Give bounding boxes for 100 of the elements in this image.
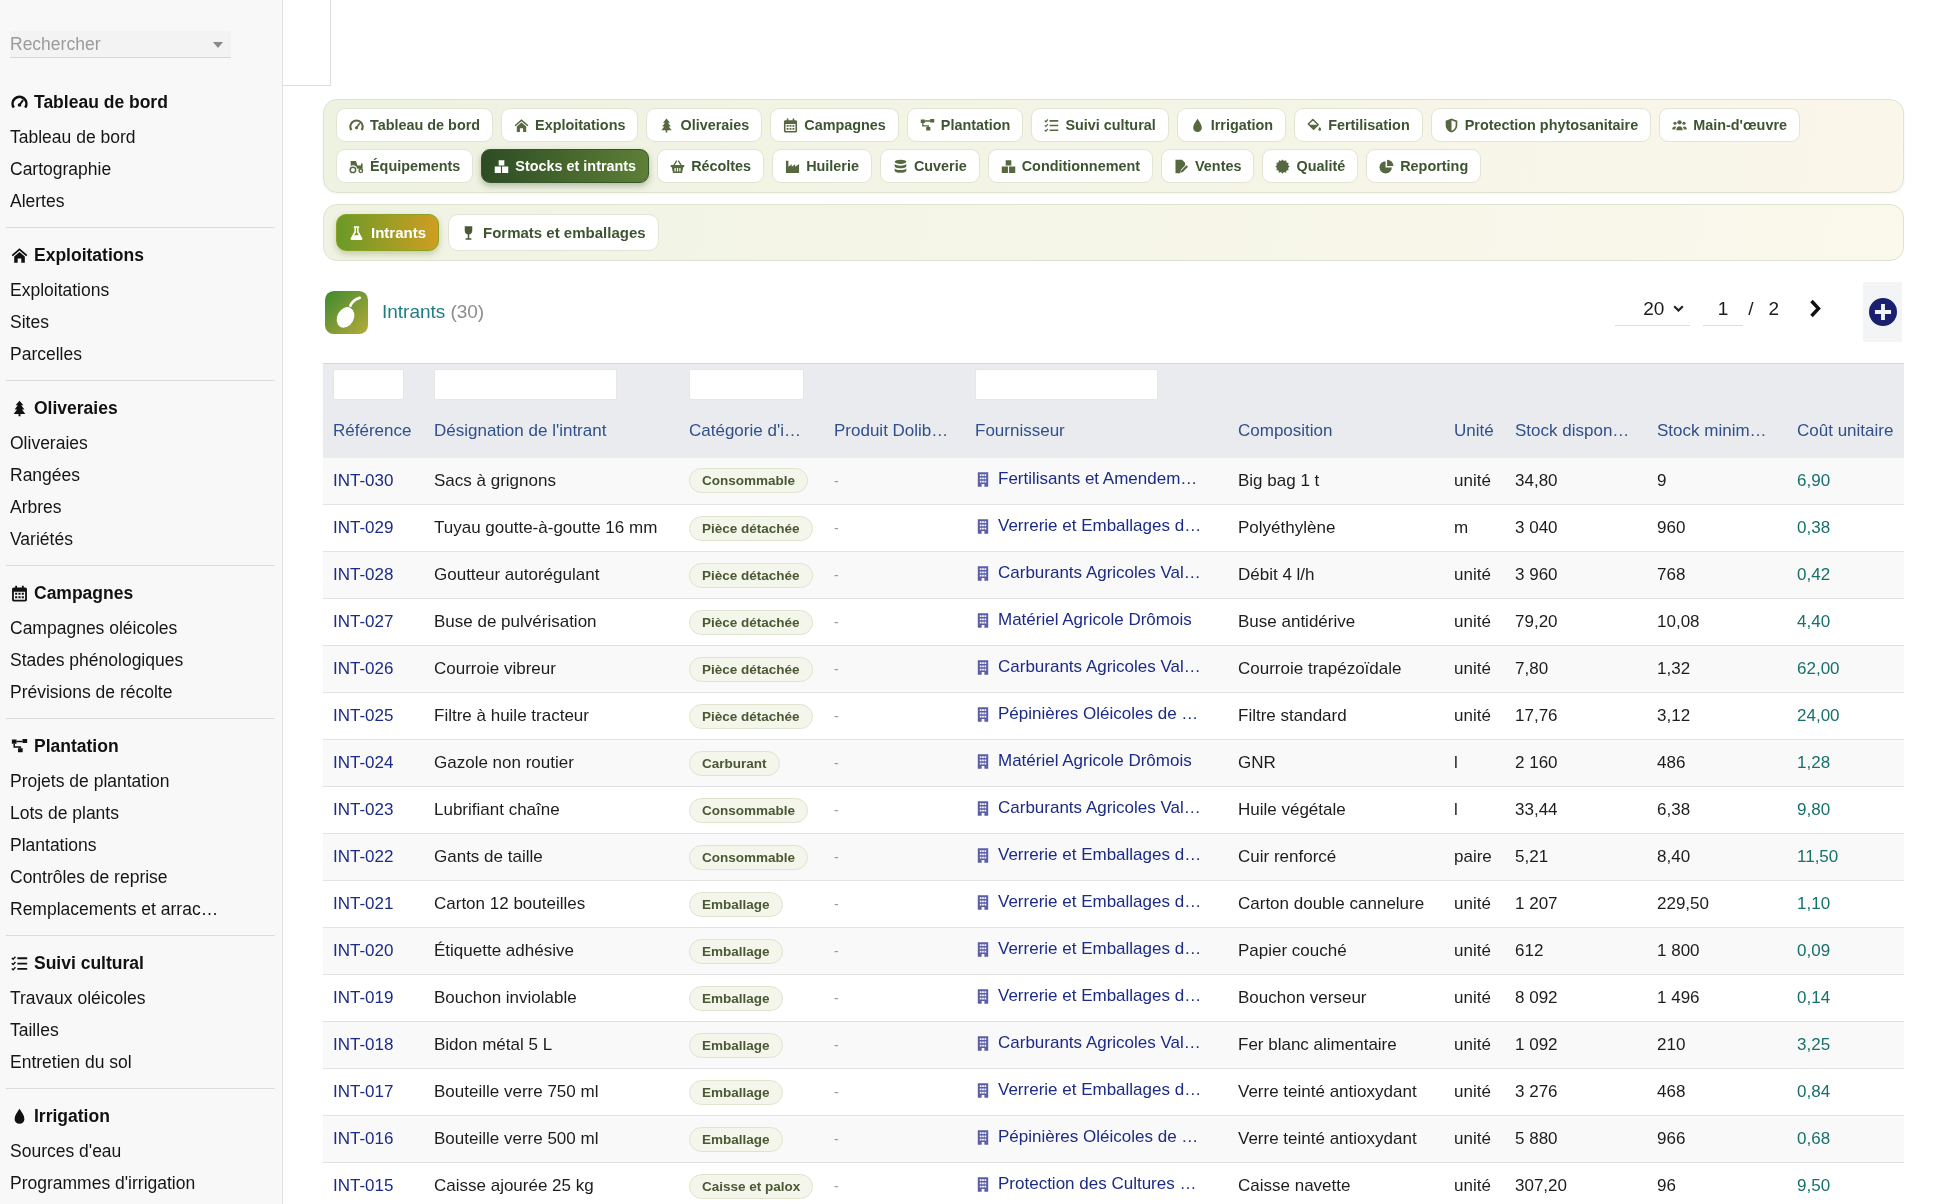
module-tab[interactable]: Campagnes: [770, 108, 899, 142]
table-row[interactable]: INT-030 Sacs à grignons Consommable - Fertilisants et Amendem… Big bag 1 t unité 34,80 9 6,90: [323, 457, 1904, 505]
filter-field[interactable]: [333, 369, 404, 400]
filter-field[interactable]: [689, 369, 804, 400]
module-tab[interactable]: Qualité: [1262, 149, 1359, 183]
supplier-link[interactable]: Verrerie et Emballages d…: [975, 845, 1202, 866]
module-tab[interactable]: Récoltes: [657, 149, 765, 183]
table-row[interactable]: INT-022 Gants de taille Consommable - Verrerie et Emballages d… Cuir renforcé paire 5,21 8,40 11,50: [323, 833, 1904, 881]
sidebar-item[interactable]: Campagnes oléicoles: [10, 617, 178, 639]
supplier-link[interactable]: Matériel Agricole Drômois: [975, 610, 1192, 631]
module-tab[interactable]: Protection phytosanitaire: [1430, 108, 1652, 142]
sub-tab[interactable]: Formats et emballages: [448, 214, 659, 251]
sidebar-item[interactable]: Sites: [10, 311, 49, 333]
next-page-button[interactable]: [1809, 298, 1822, 318]
search-field[interactable]: Rechercher: [10, 31, 231, 58]
reference-link[interactable]: INT-021: [333, 894, 394, 913]
column-header[interactable]: Stock minim…: [1657, 420, 1767, 440]
sidebar-item[interactable]: Contrôles de reprise: [10, 866, 168, 888]
reference-link[interactable]: INT-025: [333, 706, 394, 725]
filter-field[interactable]: [975, 369, 1158, 400]
module-tab[interactable]: Cuverie: [879, 149, 980, 183]
sidebar-item[interactable]: Programmes d'irrigation: [10, 1172, 196, 1194]
sidebar-item[interactable]: Entretien du sol: [10, 1051, 132, 1073]
reference-link[interactable]: INT-028: [333, 565, 394, 584]
reference-link[interactable]: INT-017: [333, 1082, 394, 1101]
supplier-link[interactable]: Fertilisants et Amendem…: [975, 469, 1198, 489]
table-row[interactable]: INT-017 Bouteille verre 750 ml Emballage - Verrerie et Emballages d… Verre teinté antioxydant unité 3 276 468 0,84: [323, 1068, 1904, 1116]
table-row[interactable]: INT-021 Carton 12 bouteilles Emballage - Verrerie et Emballages d… Carton double cannelure unité 1 207 229,50 1,10: [323, 880, 1904, 928]
supplier-link[interactable]: Verrerie et Emballages d…: [975, 939, 1202, 960]
column-header[interactable]: Référence: [333, 420, 412, 440]
module-tab[interactable]: Oliveraies: [646, 108, 763, 142]
table-row[interactable]: INT-027 Buse de pulvérisation Pièce détachée - Matériel Agricole Drômois Buse antidérive unité 79,20 10,08 4,40: [323, 598, 1904, 646]
table-row[interactable]: INT-018 Bidon métal 5 L Emballage - Carburants Agricoles Val… Fer blanc alimentaire unité 1 092 210 3,25: [323, 1021, 1904, 1069]
module-tab[interactable]: Ventes: [1161, 149, 1255, 183]
sidebar-item[interactable]: Sources d'eau: [10, 1140, 122, 1162]
column-header[interactable]: Coût unitaire: [1797, 420, 1894, 440]
table-row[interactable]: INT-016 Bouteille verre 500 ml Emballage - Pépinières Oléicoles de … Verre teinté antioxydant unité 5 880 966 0,68: [323, 1115, 1904, 1163]
module-tab[interactable]: Irrigation: [1176, 108, 1287, 142]
module-tab[interactable]: Équipements: [336, 149, 474, 183]
column-header[interactable]: Unité: [1454, 420, 1494, 440]
table-row[interactable]: INT-020 Étiquette adhésive Emballage - Verrerie et Emballages d… Papier couché unité 612 1 800 0,09: [323, 927, 1904, 975]
module-tab[interactable]: Huilerie: [772, 149, 872, 183]
sidebar-item[interactable]: Variétés: [10, 528, 73, 550]
sidebar-item[interactable]: Plantations: [10, 834, 97, 856]
module-tab[interactable]: Suivi cultural: [1031, 108, 1169, 142]
add-button[interactable]: [1863, 282, 1902, 342]
sidebar-item[interactable]: Projets de plantation: [10, 770, 170, 792]
reference-link[interactable]: INT-022: [333, 847, 394, 866]
table-row[interactable]: INT-026 Courroie vibreur Pièce détachée - Carburants Agricoles Val… Courroie trapézoïdale unité 7,80 1,32 62,00: [323, 645, 1904, 693]
page-size-select[interactable]: 20: [1615, 292, 1691, 326]
sidebar-item[interactable]: Parcelles: [10, 343, 82, 365]
supplier-link[interactable]: Verrerie et Emballages d…: [975, 516, 1202, 537]
sidebar-item[interactable]: Remplacements et arrac…: [10, 898, 219, 920]
sidebar-item[interactable]: Exploitations: [10, 279, 110, 301]
sidebar-item[interactable]: Prévisions de récolte: [10, 681, 173, 703]
supplier-link[interactable]: Pépinières Oléicoles de …: [975, 1127, 1199, 1148]
column-header[interactable]: Catégorie d'i…: [689, 420, 801, 440]
supplier-link[interactable]: Verrerie et Emballages d…: [975, 986, 1202, 1007]
supplier-link[interactable]: Carburants Agricoles Val…: [975, 657, 1201, 678]
reference-link[interactable]: INT-029: [333, 518, 394, 537]
column-header[interactable]: Désignation de l'intrant: [434, 420, 607, 440]
reference-link[interactable]: INT-027: [333, 612, 394, 631]
column-header[interactable]: Composition: [1238, 420, 1333, 440]
sidebar-item[interactable]: Tailles: [10, 1019, 59, 1041]
reference-link[interactable]: INT-024: [333, 753, 394, 772]
reference-link[interactable]: INT-023: [333, 800, 394, 819]
sidebar-item[interactable]: Tableau de bord: [10, 126, 136, 148]
table-row[interactable]: INT-023 Lubrifiant chaîne Consommable - Carburants Agricoles Val… Huile végétale l 33,44 6,38 9,80: [323, 786, 1904, 834]
module-tab[interactable]: Main-d'œuvre: [1659, 108, 1800, 142]
supplier-link[interactable]: Verrerie et Emballages d…: [975, 892, 1202, 913]
table-row[interactable]: INT-029 Tuyau goutte-à-goutte 16 mm Pièce détachée - Verrerie et Emballages d… Polyéthylène m 3 040 960 0,38: [323, 504, 1904, 552]
supplier-link[interactable]: Carburants Agricoles Val…: [975, 1033, 1201, 1054]
supplier-link[interactable]: Pépinières Oléicoles de …: [975, 704, 1199, 725]
reference-link[interactable]: INT-019: [333, 988, 394, 1007]
module-tab[interactable]: Stocks et intrants: [481, 149, 650, 183]
column-header[interactable]: Produit Dolib…: [834, 420, 949, 440]
sidebar-item[interactable]: Rangées: [10, 464, 81, 486]
module-tab[interactable]: Fertilisation: [1294, 108, 1423, 142]
sidebar-item[interactable]: Oliveraies: [10, 432, 88, 454]
reference-link[interactable]: INT-015: [333, 1176, 394, 1195]
module-tab[interactable]: Tableau de bord: [336, 108, 494, 142]
module-tab[interactable]: Exploitations: [501, 108, 639, 142]
reference-link[interactable]: INT-030: [333, 470, 394, 490]
supplier-link[interactable]: Protection des Cultures …: [975, 1174, 1197, 1195]
sidebar-item[interactable]: Alertes: [10, 190, 65, 212]
sidebar-item[interactable]: Travaux oléicoles: [10, 987, 146, 1009]
reference-link[interactable]: INT-018: [333, 1035, 394, 1054]
reference-link[interactable]: INT-020: [333, 941, 394, 960]
supplier-link[interactable]: Carburants Agricoles Val…: [975, 563, 1201, 584]
module-tab[interactable]: Reporting: [1366, 149, 1482, 183]
sidebar-item[interactable]: Stades phénologiques: [10, 649, 184, 671]
module-tab[interactable]: Conditionnement: [987, 149, 1154, 183]
sidebar-item[interactable]: Arbres: [10, 496, 62, 518]
table-row[interactable]: INT-019 Bouchon inviolable Emballage - Verrerie et Emballages d… Bouchon verseur unité 8 092 1 496 0,14: [323, 974, 1904, 1022]
table-row[interactable]: INT-028 Goutteur autorégulant Pièce détachée - Carburants Agricoles Val… Débit 4 l/h unité 3 960 768 0,42: [323, 551, 1904, 599]
table-row[interactable]: INT-024 Gazole non routier Carburant - Matériel Agricole Drômois GNR l 2 160 486 1,28: [323, 739, 1904, 787]
supplier-link[interactable]: Carburants Agricoles Val…: [975, 798, 1201, 819]
column-header[interactable]: Fournisseur: [975, 420, 1065, 440]
module-tab[interactable]: Plantation: [906, 108, 1024, 142]
table-row[interactable]: INT-025 Filtre à huile tracteur Pièce détachée - Pépinières Oléicoles de … Filtre standard unité 17,76 3,12 24,00: [323, 692, 1904, 740]
